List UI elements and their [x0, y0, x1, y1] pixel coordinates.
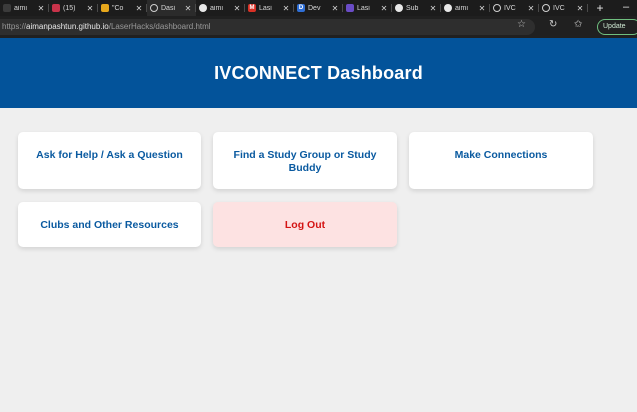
card-label: Ask for Help / Ask a Question — [36, 149, 183, 161]
browser-tab[interactable]: IVC ✕ — [490, 0, 539, 16]
close-icon[interactable]: ✕ — [233, 4, 241, 13]
chatgpt-icon — [395, 4, 403, 12]
browser-tab-title: Dev — [308, 4, 321, 12]
browser-tab[interactable]: aimı ✕ — [441, 0, 490, 16]
refresh-icon[interactable]: ↻ — [549, 19, 557, 30]
page-title: IVCONNECT Dashboard — [214, 62, 423, 83]
browser-tab-strip: aimı ✕ (15) ✕ "Co ✕ Dasi ✕ aimı ✕ M Lasi… — [0, 0, 637, 16]
person-icon — [3, 4, 11, 12]
globe-icon — [542, 4, 550, 12]
card-label: Make Connections — [454, 149, 548, 161]
card-label: Log Out — [284, 219, 326, 231]
bookmark-star-icon[interactable]: ☆ — [517, 19, 526, 30]
close-icon[interactable]: ✕ — [331, 4, 339, 13]
gmail-icon: M — [248, 4, 256, 12]
globe-icon — [150, 4, 158, 12]
note-icon — [101, 4, 109, 12]
update-button[interactable]: Update — [597, 19, 637, 35]
browser-tab-title: Dasi — [161, 4, 176, 12]
page-header: IVCONNECT Dashboard — [0, 38, 637, 108]
browser-tab-active[interactable]: Dasi ✕ — [147, 0, 196, 16]
browser-tab-title: Sub — [406, 4, 419, 12]
close-icon[interactable]: ✕ — [478, 4, 486, 13]
update-label: Update — [603, 23, 626, 30]
close-icon[interactable]: ✕ — [429, 4, 437, 13]
browser-tab[interactable]: "Co ✕ — [98, 0, 147, 16]
github-icon — [199, 4, 207, 12]
github-icon — [444, 4, 452, 12]
minimize-button[interactable]: – — [615, 0, 637, 16]
browser-tab-title: aimı — [210, 4, 224, 12]
notification-icon — [52, 4, 60, 12]
close-icon[interactable]: ✕ — [576, 4, 584, 13]
log-out-button[interactable]: Log Out — [213, 202, 397, 247]
close-icon[interactable]: ✕ — [380, 4, 388, 13]
study-group-card[interactable]: Find a Study Group or Study Buddy — [213, 132, 397, 189]
address-bar: https://aimanpashtun.github.io/LaserHack… — [0, 16, 637, 38]
browser-tab-title: aimı — [14, 4, 28, 12]
close-icon[interactable]: ✕ — [135, 4, 143, 13]
url-prefix: https:// — [2, 22, 27, 31]
browser-tab[interactable]: (15) ✕ — [49, 0, 98, 16]
make-connections-card[interactable]: Make Connections — [409, 132, 593, 189]
globe-icon — [493, 4, 501, 12]
browser-tab-title: IVC — [553, 4, 565, 12]
url-field[interactable]: https://aimanpashtun.github.io/LaserHack… — [0, 19, 535, 35]
close-icon[interactable]: ✕ — [37, 4, 45, 13]
browser-tab[interactable]: aimı ✕ — [196, 0, 245, 16]
browser-tab-title: (15) — [63, 4, 76, 12]
url-path: /LaserHacks/dashboard.html — [108, 22, 211, 31]
new-tab-button[interactable]: + — [592, 1, 608, 15]
app-icon — [346, 4, 354, 12]
browser-tab-title: "Co — [112, 4, 124, 12]
clubs-resources-card[interactable]: Clubs and Other Resources — [18, 202, 201, 247]
browser-tab[interactable]: aimı ✕ — [0, 0, 49, 16]
browser-tab[interactable]: M Lasi ✕ — [245, 0, 294, 16]
favorites-icon[interactable]: ✩ — [574, 19, 582, 30]
close-icon[interactable]: ✕ — [86, 4, 94, 13]
browser-tab[interactable]: Sub ✕ — [392, 0, 441, 16]
browser-tab[interactable]: D Dev ✕ — [294, 0, 343, 16]
close-icon[interactable]: ✕ — [527, 4, 535, 13]
browser-tab[interactable]: Lasi ✕ — [343, 0, 392, 16]
browser-tab[interactable]: IVC ✕ — [539, 0, 588, 16]
browser-tab-title: Lasi — [259, 4, 272, 12]
card-label: Clubs and Other Resources — [40, 219, 179, 231]
url-host: aimanpashtun.github.io — [26, 22, 109, 31]
card-label: Find a Study Group or Study Buddy — [233, 149, 377, 174]
browser-tab-title: aimı — [455, 4, 469, 12]
ask-for-help-card[interactable]: Ask for Help / Ask a Question — [18, 132, 201, 189]
dev-icon: D — [297, 4, 305, 12]
close-icon[interactable]: ✕ — [184, 4, 192, 13]
close-icon[interactable]: ✕ — [282, 4, 290, 13]
browser-tab-title: Lasi — [357, 4, 370, 12]
browser-tab-title: IVC — [504, 4, 516, 12]
